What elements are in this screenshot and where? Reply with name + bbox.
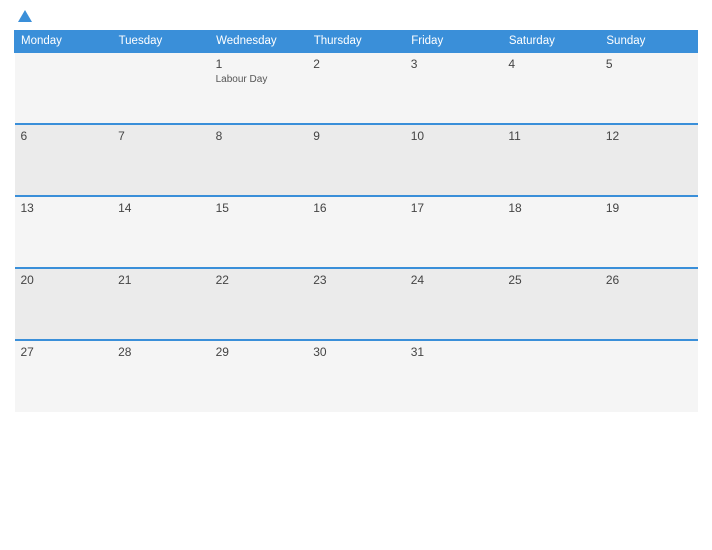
calendar-cell: 26: [600, 268, 698, 340]
calendar-cell: 3: [405, 52, 503, 124]
calendar-cell: 13: [15, 196, 113, 268]
calendar-week-row: 1 Labour Day 2 3 4 5: [15, 52, 698, 124]
weekday-header-row: MondayTuesdayWednesdayThursdayFridaySatu…: [15, 31, 698, 53]
calendar-cell: 9: [307, 124, 405, 196]
calendar-cell: 2: [307, 52, 405, 124]
calendar-cell: 31: [405, 340, 503, 412]
calendar-cell: 18: [502, 196, 600, 268]
day-number: 22: [216, 273, 229, 287]
calendar-cell: 25: [502, 268, 600, 340]
day-number: 30: [313, 345, 326, 359]
day-number: 24: [411, 273, 424, 287]
day-number: 21: [118, 273, 131, 287]
calendar-cell: 14: [112, 196, 210, 268]
day-number: 20: [21, 273, 34, 287]
calendar-cell: 11: [502, 124, 600, 196]
weekday-header-saturday: Saturday: [502, 31, 600, 53]
calendar-cell: 24: [405, 268, 503, 340]
day-number: 10: [411, 129, 424, 143]
day-number: 13: [21, 201, 34, 215]
logo: [14, 10, 32, 22]
calendar-cell: 23: [307, 268, 405, 340]
logo-triangle-icon: [18, 10, 32, 22]
day-number: 28: [118, 345, 131, 359]
day-number: 18: [508, 201, 521, 215]
calendar-cell: [600, 340, 698, 412]
day-number: 31: [411, 345, 424, 359]
day-number: 26: [606, 273, 619, 287]
calendar-table: MondayTuesdayWednesdayThursdayFridaySatu…: [14, 30, 698, 412]
day-number: 16: [313, 201, 326, 215]
calendar-cell: 21: [112, 268, 210, 340]
day-number: 8: [216, 129, 223, 143]
calendar-cell: 29: [210, 340, 308, 412]
day-number: 5: [606, 57, 613, 71]
calendar-cell: 19: [600, 196, 698, 268]
day-number: 11: [508, 129, 520, 143]
calendar-week-row: 27 28 29 30 31: [15, 340, 698, 412]
calendar-week-row: 13 14 15 16 17 18 19: [15, 196, 698, 268]
calendar-cell: [112, 52, 210, 124]
weekday-header-tuesday: Tuesday: [112, 31, 210, 53]
calendar-cell: 6: [15, 124, 113, 196]
day-number: 12: [606, 129, 619, 143]
event-label: Labour Day: [216, 74, 268, 85]
day-number: 25: [508, 273, 521, 287]
calendar-cell: 28: [112, 340, 210, 412]
calendar-cell: 22: [210, 268, 308, 340]
calendar-cell: [502, 340, 600, 412]
calendar-cell: 16: [307, 196, 405, 268]
day-number: 3: [411, 57, 418, 71]
calendar-cell: 27: [15, 340, 113, 412]
header: [14, 10, 698, 22]
day-number: 2: [313, 57, 320, 71]
day-number: 29: [216, 345, 229, 359]
calendar-page: MondayTuesdayWednesdayThursdayFridaySatu…: [0, 0, 712, 550]
weekday-header-thursday: Thursday: [307, 31, 405, 53]
calendar-body: 1Labour Day23456789101112131415161718192…: [15, 52, 698, 412]
calendar-cell: 15: [210, 196, 308, 268]
weekday-header-sunday: Sunday: [600, 31, 698, 53]
day-number: 17: [411, 201, 424, 215]
day-number: 1: [216, 57, 223, 71]
calendar-cell: 4: [502, 52, 600, 124]
calendar-cell: 10: [405, 124, 503, 196]
calendar-cell: 5: [600, 52, 698, 124]
day-number: 6: [21, 129, 28, 143]
weekday-header-monday: Monday: [15, 31, 113, 53]
day-number: 14: [118, 201, 131, 215]
calendar-cell: [15, 52, 113, 124]
calendar-cell: 8: [210, 124, 308, 196]
calendar-cell: 12: [600, 124, 698, 196]
calendar-week-row: 20 21 22 23 24 25 26: [15, 268, 698, 340]
calendar-cell: 1 Labour Day: [210, 52, 308, 124]
calendar-cell: 20: [15, 268, 113, 340]
calendar-cell: 30: [307, 340, 405, 412]
calendar-week-row: 6 7 8 9 10 11 12: [15, 124, 698, 196]
calendar-cell: 7: [112, 124, 210, 196]
calendar-cell: 17: [405, 196, 503, 268]
day-number: 19: [606, 201, 619, 215]
day-number: 27: [21, 345, 34, 359]
day-number: 9: [313, 129, 320, 143]
day-number: 15: [216, 201, 229, 215]
calendar-header: MondayTuesdayWednesdayThursdayFridaySatu…: [15, 31, 698, 53]
day-number: 7: [118, 129, 125, 143]
day-number: 4: [508, 57, 515, 71]
weekday-header-wednesday: Wednesday: [210, 31, 308, 53]
weekday-header-friday: Friday: [405, 31, 503, 53]
day-number: 23: [313, 273, 326, 287]
